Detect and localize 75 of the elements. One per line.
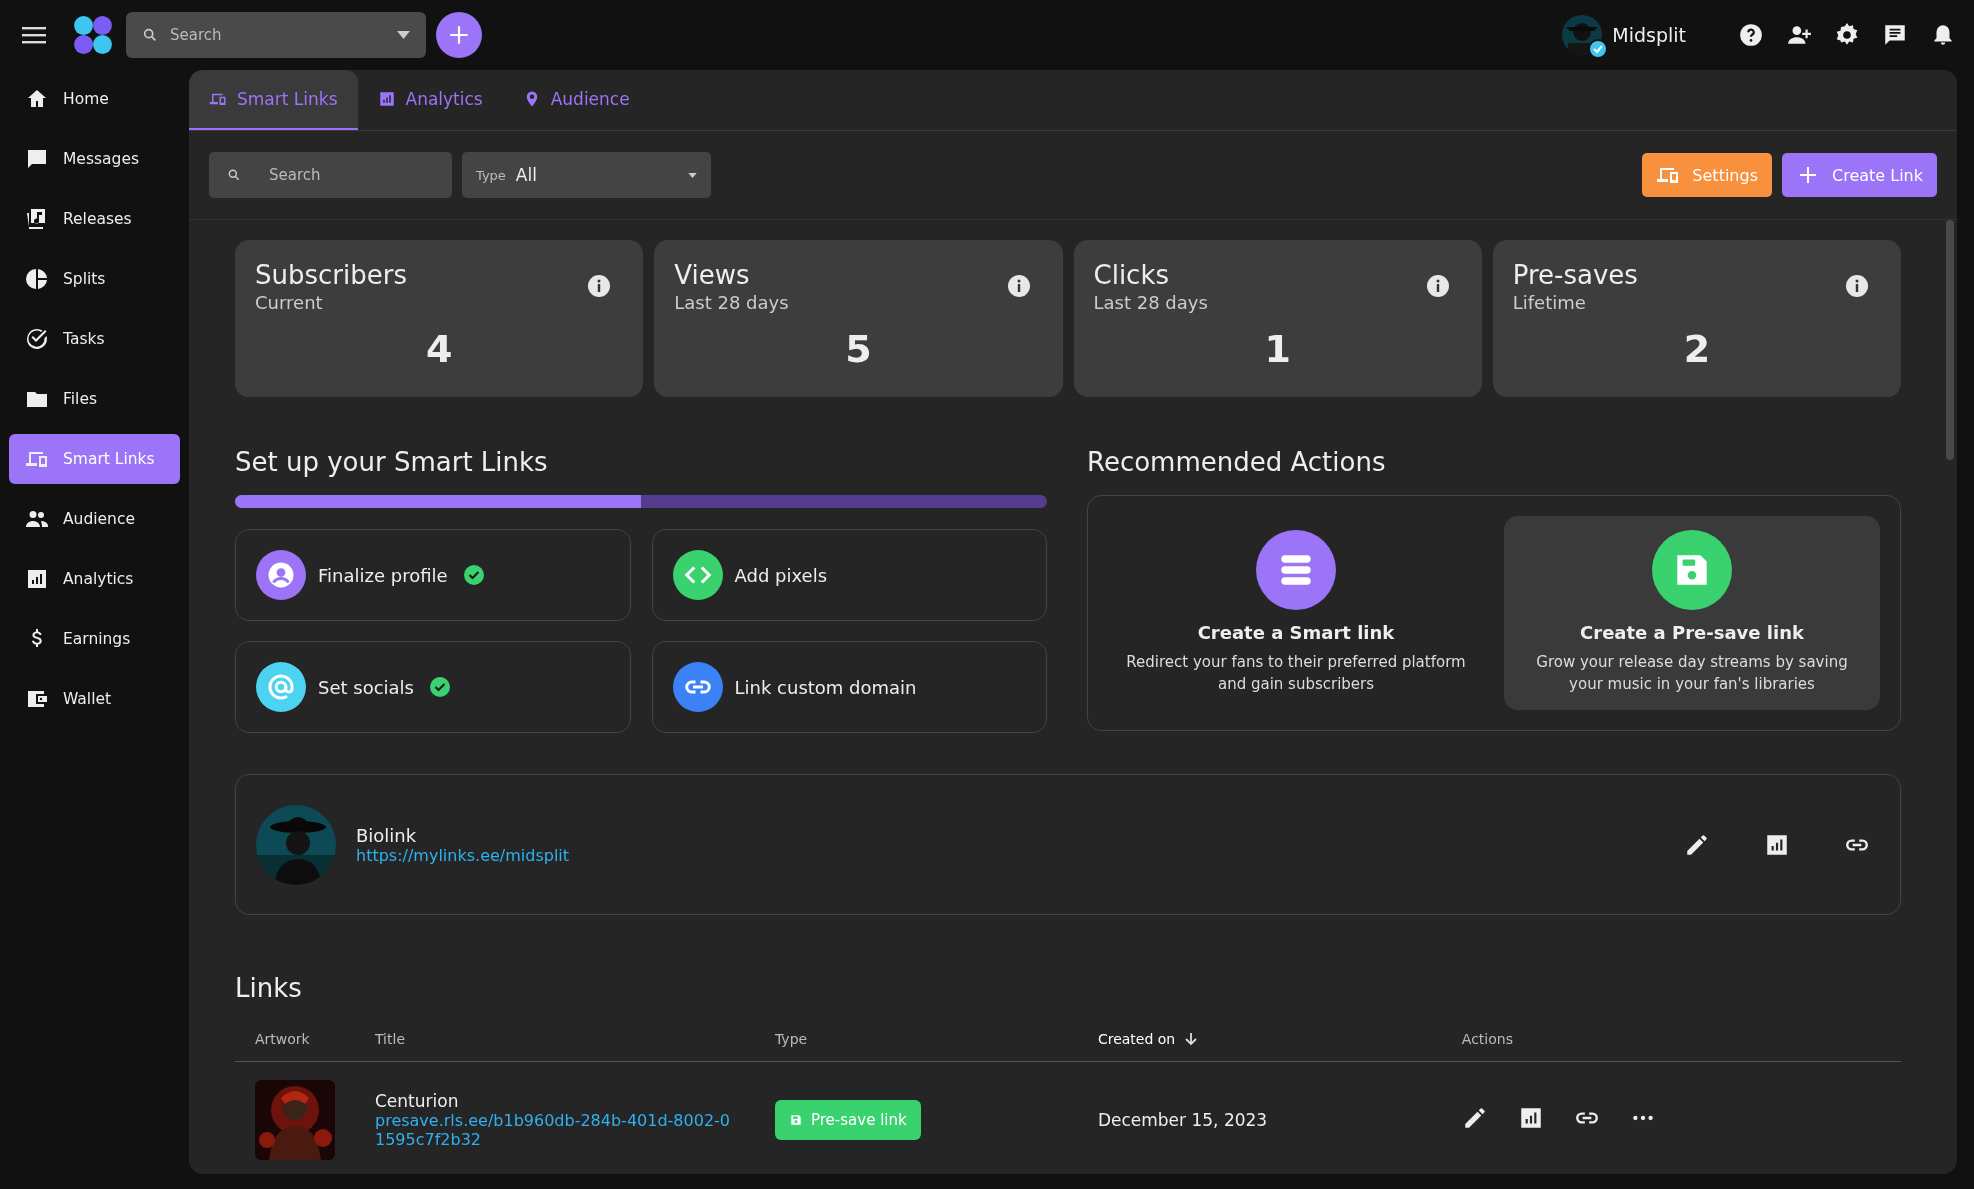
tab[interactable]: Audience	[502, 70, 650, 130]
sidebar-item[interactable]: Earnings	[9, 614, 180, 664]
caret-icon[interactable]	[397, 31, 410, 39]
stat-title: Pre-saves	[1512, 260, 1638, 290]
task-label: Finalize profile	[318, 564, 448, 586]
sort-arrow-icon	[1183, 1031, 1200, 1047]
action-title: Create a Smart link	[1197, 622, 1395, 643]
info-icon[interactable]	[1845, 274, 1869, 298]
search-icon	[227, 168, 241, 182]
column-header[interactable]: Artwork	[255, 1031, 310, 1047]
sidebar-item[interactable]: Wallet	[9, 674, 180, 724]
task-card[interactable]: Link custom domain	[651, 641, 1047, 733]
stat-subtitle: Last 28 days	[1093, 292, 1208, 313]
section-title: Recommended Actions	[1087, 447, 1387, 477]
action-card[interactable]: Create a Pre-save link Grow your release day streams by saving your music in your fan's libraries	[1504, 516, 1880, 710]
sidebar-item[interactable]: Messages	[9, 134, 180, 184]
column-header[interactable]: Actions	[1461, 1031, 1513, 1047]
bar-chart-icon	[25, 567, 49, 591]
task-label: Add pixels	[734, 564, 828, 586]
stat-title: Subscribers	[255, 260, 407, 290]
type-dropdown[interactable]: Type All	[462, 152, 711, 198]
sidebar-item[interactable]: Home	[9, 74, 180, 124]
sidebar-item[interactable]: Audience	[9, 494, 180, 544]
info-icon[interactable]	[587, 274, 612, 298]
menu-icon[interactable]	[22, 26, 46, 44]
save-icon	[789, 1113, 803, 1127]
task-card[interactable]: Set socials	[235, 641, 631, 733]
date-cell: December 15, 2023	[1077, 1061, 1442, 1174]
stat-subtitle: Lifetime	[1512, 292, 1587, 313]
column-header[interactable]: Created on	[1097, 1031, 1200, 1047]
info-icon[interactable]	[1006, 274, 1031, 298]
task-card[interactable]: Add pixels	[651, 529, 1047, 621]
biolink-title: Biolink	[356, 824, 418, 846]
search-field[interactable]: Search	[126, 12, 426, 58]
stat-subtitle: Current	[255, 292, 324, 313]
task-card[interactable]: Finalize profile	[235, 529, 631, 621]
sidebar-item[interactable]: Releases	[9, 194, 180, 244]
action-title: Create a Pre-save link	[1580, 622, 1804, 643]
user-name[interactable]: Midsplit	[1612, 24, 1686, 46]
action-description: Grow your release day streams by saving your music in your fan's libraries	[1535, 652, 1849, 695]
stat-subtitle: Last 28 days	[674, 292, 789, 313]
column-header[interactable]: Title	[375, 1031, 405, 1047]
search-icon	[142, 27, 158, 43]
add-button[interactable]	[436, 12, 482, 58]
biolink-url[interactable]: https://mylinks.ee/midsplit	[356, 845, 570, 865]
link-title: Centurion	[375, 1091, 460, 1111]
section-title: Set up your Smart Links	[235, 447, 549, 477]
link-url[interactable]: presave.rls.ee/b1b960db-284b-401d-8002-01595c7f2b32	[375, 1111, 735, 1149]
logo-icon[interactable]	[72, 14, 114, 56]
type-label: Pre-save link	[811, 1111, 907, 1129]
bar-chart-icon	[377, 90, 396, 108]
info-icon[interactable]	[1425, 274, 1450, 298]
stat-value: 5	[844, 327, 873, 371]
task-label: Link custom domain	[734, 676, 917, 698]
stat-value: 1	[1263, 327, 1292, 371]
sidebar-item[interactable]: Files	[9, 374, 180, 424]
column-header[interactable]: Type	[775, 1031, 808, 1047]
stat-value: 2	[1682, 327, 1712, 371]
stat-title: Views	[674, 260, 751, 290]
stat-title: Clicks	[1093, 260, 1170, 290]
help-icon[interactable]	[1738, 22, 1764, 48]
caret-icon	[688, 172, 697, 178]
action-description: Redirect your fans to their preferred platform and gain subscribers	[1126, 652, 1466, 695]
sidebar-item[interactable]: Tasks	[9, 314, 180, 364]
action-card[interactable]: Create a Smart link Redirect your fans to their preferred platform and gain subscribers	[1108, 516, 1484, 710]
stat-value: 4	[424, 327, 454, 371]
section-title: Links	[235, 973, 303, 1003]
sidebar-item[interactable]: Splits	[9, 254, 180, 304]
pie-chart-icon	[25, 267, 49, 291]
tab[interactable]: Analytics	[357, 70, 503, 130]
search-field[interactable]: Search	[209, 152, 452, 198]
task-label: Set socials	[318, 676, 414, 698]
chat-icon	[25, 147, 49, 171]
scrollbar[interactable]	[1946, 220, 1954, 460]
sidebar-item[interactable]: Analytics	[9, 554, 180, 604]
